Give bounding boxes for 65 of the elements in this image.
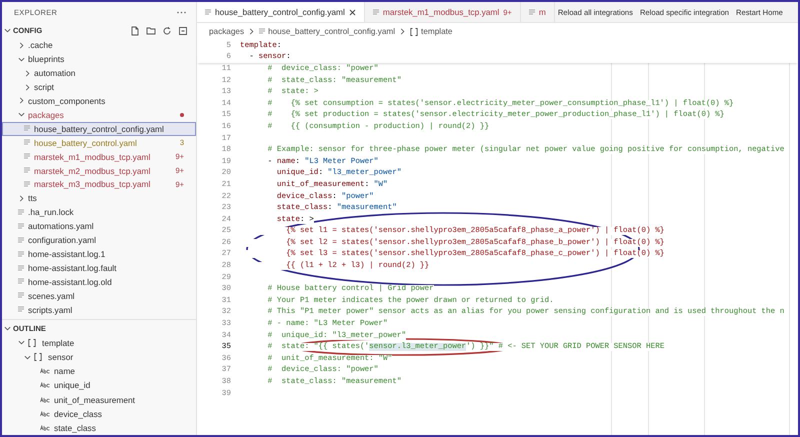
file-icon [372, 8, 379, 16]
outline-item[interactable]: sensor [2, 350, 196, 364]
folder-item[interactable]: tts [2, 191, 196, 206]
outline-item[interactable]: device_class [2, 406, 196, 421]
folder-item[interactable]: .cache [2, 38, 196, 52]
outline-item[interactable]: template [2, 336, 196, 350]
file-item[interactable]: configuration.yaml [2, 233, 196, 248]
file-icon [205, 8, 211, 16]
file-item[interactable]: house_battery_control_config.yaml [2, 122, 196, 136]
file-icon [24, 125, 30, 132]
string-icon [40, 382, 50, 388]
file-item[interactable]: home-assistant.log.old [2, 274, 196, 289]
outline-item[interactable]: state_class [2, 420, 196, 435]
new-file-icon[interactable] [130, 26, 140, 36]
chevron-down-icon [18, 56, 25, 63]
folder-item[interactable]: blueprints [2, 52, 196, 66]
close-icon[interactable] [348, 8, 356, 16]
breadcrumb-item[interactable]: template [410, 27, 452, 36]
file-item[interactable]: home-assistant.log.fault [2, 261, 196, 275]
chevron-down-icon [18, 111, 25, 118]
file-item[interactable]: scripts.yaml [2, 302, 196, 317]
new-folder-icon[interactable] [146, 26, 156, 36]
folder-item[interactable]: script [2, 80, 196, 94]
file-icon [24, 153, 30, 160]
chevron-right-icon [248, 28, 256, 35]
file-item[interactable]: .ha_run.lock [2, 205, 196, 220]
string-icon [40, 396, 50, 403]
chevron-right-icon [18, 42, 25, 49]
outline-item[interactable]: name [2, 364, 196, 378]
file-icon [259, 28, 266, 35]
file-icon [18, 222, 24, 230]
folder-item[interactable]: packages [2, 108, 196, 122]
file-icon [18, 264, 24, 272]
chevron-right-icon [399, 28, 406, 35]
folder-item[interactable]: custom_components [2, 94, 196, 108]
string-icon [40, 410, 50, 417]
string-icon [40, 424, 50, 431]
string-icon [40, 368, 50, 374]
file-icon [18, 236, 24, 244]
file-icon [528, 8, 535, 16]
file-icon [18, 250, 24, 258]
outline-item[interactable]: unit_of_measurement [2, 392, 196, 407]
file-item[interactable]: home-assistant.log.1 [2, 247, 196, 262]
file-icon [24, 139, 30, 146]
outline-item[interactable]: unique_id [2, 378, 196, 392]
refresh-icon[interactable] [162, 26, 172, 36]
editor-tab[interactable]: house_battery_control_config.yaml [197, 2, 365, 22]
file-item[interactable]: automations.yaml [2, 219, 196, 234]
file-icon [18, 306, 24, 314]
folder-item[interactable]: automation [2, 66, 196, 80]
brackets-icon [410, 28, 418, 36]
file-icon [18, 208, 24, 216]
file-icon [18, 292, 24, 300]
chevron-down-icon [4, 27, 11, 34]
file-icon [24, 180, 30, 188]
file-icon [24, 167, 30, 174]
chevron-right-icon [18, 194, 25, 202]
brackets-icon [28, 338, 36, 347]
breadcrumb-item[interactable]: house_battery_control_config.yaml [259, 27, 396, 36]
file-item[interactable]: scenes.yaml [2, 288, 196, 303]
file-icon [18, 278, 24, 286]
brackets-icon [34, 353, 42, 362]
collapse-icon[interactable] [178, 26, 188, 36]
more-icon[interactable] [177, 11, 186, 14]
breadcrumb-item[interactable]: packages [209, 27, 244, 36]
